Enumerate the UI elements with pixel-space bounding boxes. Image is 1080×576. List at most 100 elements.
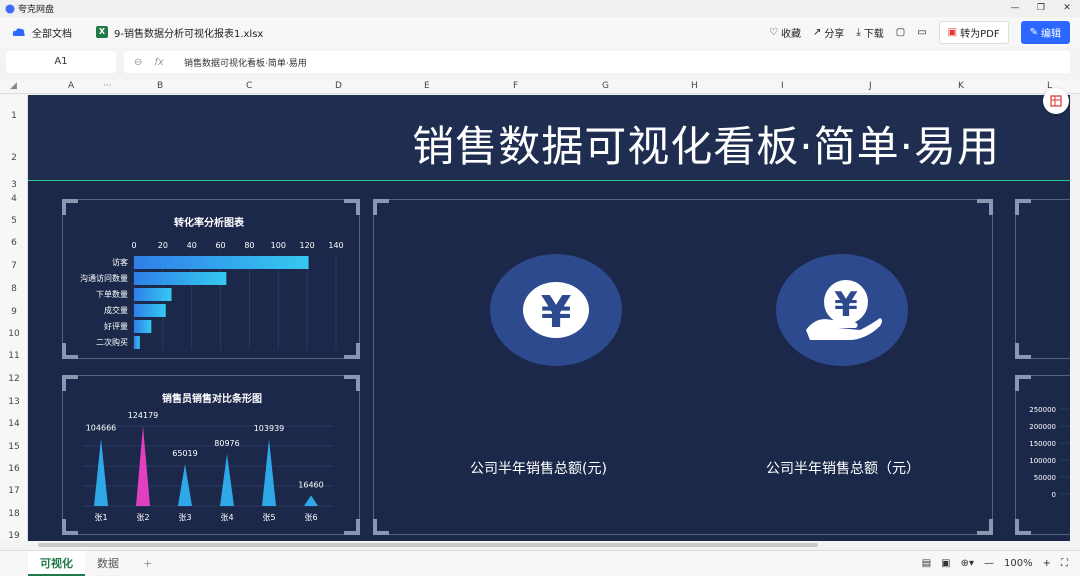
formula-input[interactable]: ⊖ fx 销售数据可视化看板·简单·易用 xyxy=(124,51,1070,73)
row-header[interactable]: 12 xyxy=(0,374,28,384)
file-icon: ▢ xyxy=(895,27,906,38)
row-header[interactable]: 17 xyxy=(0,486,28,496)
sheet-view-icon[interactable]: ▤ xyxy=(922,558,931,569)
panel-corner xyxy=(62,375,78,391)
select-all-corner[interactable]: ◢ xyxy=(10,81,17,91)
row-header[interactable]: 14 xyxy=(0,419,28,429)
sheet-tab-data[interactable]: 数据 xyxy=(85,551,131,576)
column-header[interactable]: A xyxy=(68,81,74,91)
column-header[interactable]: G xyxy=(602,81,609,91)
zoom-out-button[interactable]: — xyxy=(984,558,994,569)
download-icon: ⤓ xyxy=(856,27,861,38)
row-header[interactable]: 4 xyxy=(0,194,28,204)
cloud-icon xyxy=(12,28,25,36)
row-header[interactable]: 9 xyxy=(0,307,28,317)
horizontal-scrollbar[interactable] xyxy=(28,541,1080,549)
row-header[interactable]: 8 xyxy=(0,284,28,294)
sales-compare-panel[interactable]: 销售员销售对比条形图 104666 张1 124179 张2 65019 张3 80976 张4… xyxy=(62,375,360,535)
column-header[interactable]: F xyxy=(513,81,518,91)
name-box[interactable]: A1 xyxy=(6,51,116,73)
dashboard-banner: 销售数据可视化看板·简单·易用 xyxy=(28,95,1070,181)
panel-corner xyxy=(1015,519,1031,535)
category-label: 张6 xyxy=(304,513,317,522)
panel-corner xyxy=(373,519,389,535)
chart-title: 转化率分析图表 xyxy=(174,216,245,229)
yen-circle: ¥ xyxy=(490,254,622,366)
x-tick-label: 20 xyxy=(158,241,168,250)
fx-icon[interactable]: fx xyxy=(154,57,163,68)
close-button[interactable]: ✕ xyxy=(1054,0,1080,17)
dashboard-sheet: 销售数据可视化看板·简单·易用 转化率分析图表 0 20 40 60 80 100 120 14… xyxy=(28,95,1070,541)
favorite-button[interactable]: ♡ 收藏 xyxy=(769,25,801,40)
eye-care-icon[interactable]: ▣ xyxy=(941,558,950,569)
add-sheet-button[interactable]: + xyxy=(131,551,164,576)
row-header[interactable]: 1 xyxy=(0,111,28,121)
scroll-thumb[interactable] xyxy=(38,543,818,547)
row-header[interactable]: 5 xyxy=(0,216,28,226)
row-header[interactable]: 19 xyxy=(0,531,28,541)
data-label: 65019 xyxy=(172,449,197,458)
zoom-in-button[interactable]: + xyxy=(1043,558,1051,569)
open-file-button[interactable]: ▢ xyxy=(896,27,905,38)
column-header[interactable]: D xyxy=(335,81,342,91)
minimize-button[interactable]: — xyxy=(1002,0,1028,17)
bar xyxy=(134,320,152,333)
data-label: 16460 xyxy=(298,480,323,489)
spike-bar xyxy=(94,438,108,506)
money-hand-icon: ¥ xyxy=(806,280,882,340)
right-bottom-panel[interactable]: 250000 200000 150000 100000 50000 0 xyxy=(1015,375,1070,535)
sheet-tab-visual[interactable]: 可视化 xyxy=(28,550,85,576)
fit-icon[interactable]: ⊕▾ xyxy=(961,558,974,569)
convert-pdf-button[interactable]: ▣ 转为PDF xyxy=(938,21,1009,44)
column-header[interactable]: E xyxy=(424,81,430,91)
y-tick-label: 250000 xyxy=(1029,406,1056,414)
kpi2-label: 公司半年销售总额（元） xyxy=(766,461,920,477)
all-docs-link[interactable]: 全部文档 xyxy=(32,25,72,40)
edit-button[interactable]: ✎ 编辑 xyxy=(1020,21,1070,44)
x-tick-label: 40 xyxy=(187,241,197,250)
row-header[interactable]: 13 xyxy=(0,397,28,407)
zoom-level: 100% xyxy=(1004,558,1033,569)
panel-corner xyxy=(1015,343,1031,359)
floating-panel-button[interactable] xyxy=(1043,88,1069,114)
app-title: 夸克网盘 xyxy=(18,5,55,15)
share-button[interactable]: ↗ 分享 xyxy=(813,25,844,40)
comment-icon: ▭ xyxy=(917,27,927,38)
zoom-icon[interactable]: ⊖ xyxy=(134,57,142,68)
row-header[interactable]: 7 xyxy=(0,261,28,271)
right-top-panel[interactable] xyxy=(1015,199,1070,359)
row-header[interactable]: 3 xyxy=(0,180,28,190)
sheet-tabs: 可视化 数据 + ▤ ▣ ⊕▾ — 100% + ⛶ xyxy=(0,550,1080,576)
row-header[interactable]: 15 xyxy=(0,442,28,452)
spike-bar xyxy=(220,453,234,506)
column-header[interactable]: K xyxy=(958,81,964,91)
heart-icon: ♡ xyxy=(768,27,778,38)
conversion-chart: 转化率分析图表 0 20 40 60 80 100 120 140 访客沟通访问数量下单数量成交量… xyxy=(80,216,344,350)
kpi-panel: ¥ ¥ 公司半年销售总额(元) 公司半年销售总额（元） xyxy=(373,199,993,535)
row-header[interactable]: 10 xyxy=(0,329,28,339)
row-header[interactable]: 18 xyxy=(0,509,28,519)
panel-corner xyxy=(344,343,360,359)
column-header[interactable]: J xyxy=(869,81,872,91)
comment-button[interactable]: ▭ xyxy=(917,27,926,38)
share-icon: ↗ xyxy=(812,27,822,38)
column-header[interactable]: B xyxy=(157,81,163,91)
dashboard-title: 销售数据可视化看板·简单·易用 xyxy=(412,122,1000,171)
row-header[interactable]: 6 xyxy=(0,238,28,248)
category-label: 张1 xyxy=(94,513,107,522)
column-headers: ◢ A ··· B C D E F G H I J K L xyxy=(0,80,1080,94)
category-label: 张4 xyxy=(220,513,233,522)
category-label: 成交量 xyxy=(104,305,128,315)
conversion-chart-panel[interactable]: 转化率分析图表 0 20 40 60 80 100 120 140 访客 沟通访问数量 下单数量 成交量… xyxy=(62,199,360,359)
column-header[interactable]: C xyxy=(246,81,252,91)
row-header[interactable]: 11 xyxy=(0,351,28,361)
formula-bar: A1 ⊖ fx 销售数据可视化看板·简单·易用 xyxy=(0,48,1080,76)
download-button[interactable]: ⤓ 下载 xyxy=(856,25,883,40)
fullscreen-icon[interactable]: ⛶ xyxy=(1061,558,1068,569)
column-header[interactable]: I xyxy=(781,81,784,91)
row-header[interactable]: 16 xyxy=(0,464,28,474)
row-header[interactable]: 2 xyxy=(0,153,28,163)
panel-corner xyxy=(1015,375,1031,391)
restore-button[interactable]: ❐ xyxy=(1028,0,1054,17)
column-header[interactable]: H xyxy=(691,81,698,91)
